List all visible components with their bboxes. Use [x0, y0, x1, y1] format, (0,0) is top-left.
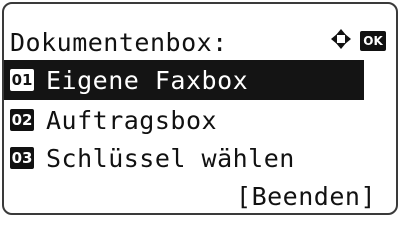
screen-title: Dokumentenbox: [10, 27, 228, 57]
exit-row: [Beenden] [4, 176, 396, 213]
menu-item-eigene-faxbox[interactable]: 01 Eigene Faxbox [4, 60, 364, 100]
lcd-display: Dokumentenbox: OK 01 Eigene Faxbox 02 Au… [2, 2, 398, 215]
menu-item-number-badge: 01 [10, 69, 34, 91]
title-icons: OK [330, 28, 386, 54]
menu-item-label: Eigene Faxbox [46, 65, 249, 95]
menu-item-label: Schlüssel wählen [46, 143, 295, 173]
four-way-arrow-icon [330, 28, 352, 54]
menu-item-label: Auftragsbox [46, 105, 218, 135]
ok-icon: OK [360, 31, 386, 51]
exit-button[interactable]: [Beenden] [236, 184, 376, 209]
menu-item-number-badge: 02 [10, 109, 34, 131]
menu-item-number-badge: 03 [10, 147, 34, 169]
menu-item-auftragsbox[interactable]: 02 Auftragsbox [4, 100, 396, 140]
menu-item-schluessel-waehlen[interactable]: 03 Schlüssel wählen [4, 138, 396, 178]
